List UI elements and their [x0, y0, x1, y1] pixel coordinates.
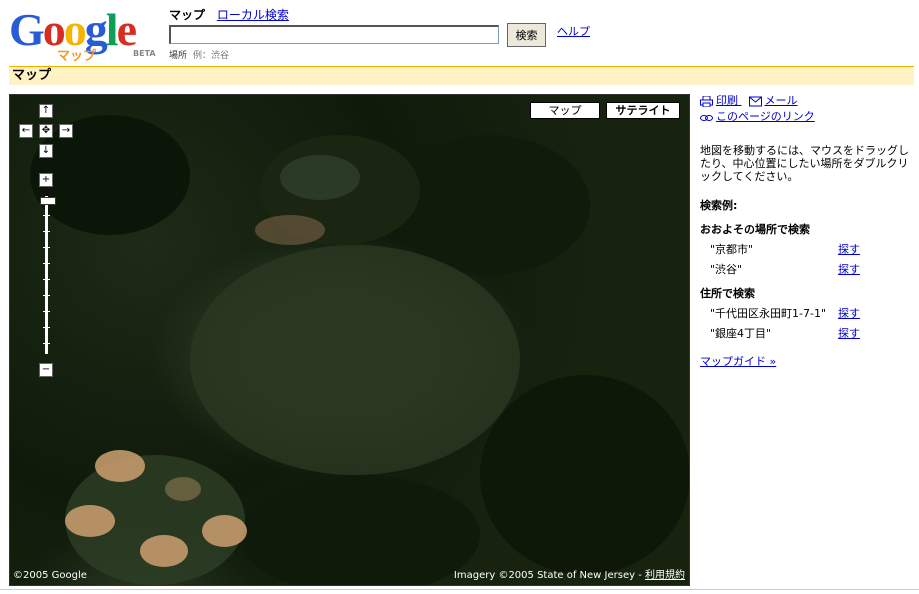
- example-group-title: おおよその場所で検索: [700, 223, 810, 236]
- chain-link-icon: [700, 114, 713, 121]
- example-query: "千代田区永田町1-7-1": [710, 307, 827, 320]
- pan-center-icon[interactable]: ✥: [39, 124, 53, 138]
- search-example-link[interactable]: 探す: [838, 325, 860, 341]
- print-link[interactable]: 印刷: [700, 94, 742, 107]
- envelope-icon: [748, 96, 762, 106]
- page-title: マップ: [9, 66, 914, 85]
- map-copyright: ©2005 Google: [13, 570, 87, 581]
- search-input[interactable]: [169, 25, 499, 44]
- map-help-text: 地図を移動するには、マウスをドラッグしたり、中心位置にしたい場所をダブルクリック…: [700, 144, 909, 183]
- beta-badge: BETA: [133, 49, 156, 58]
- example-query: "銀座4丁目": [710, 327, 772, 340]
- zoom-out-icon[interactable]: −: [39, 363, 53, 377]
- tab-maps: マップ: [169, 8, 206, 22]
- examples-heading: 検索例:: [700, 199, 738, 212]
- pan-left-icon[interactable]: ←: [19, 124, 33, 138]
- search-tabs: マップ ローカル検索: [169, 6, 289, 23]
- bottom-divider: [0, 589, 919, 590]
- imagery-text: Imagery ©2005 State of New Jersey -: [453, 570, 645, 581]
- map-guide-link[interactable]: マップガイド »: [700, 353, 915, 369]
- example-row: "京都市" 探す: [700, 241, 860, 257]
- example-query: "渋谷": [710, 263, 743, 276]
- imagery-credit: Imagery ©2005 State of New Jersey - 利用規約: [454, 566, 685, 581]
- search-example-link[interactable]: 探す: [838, 305, 860, 321]
- terms-link[interactable]: 利用規約: [645, 570, 685, 581]
- sidebar: 印刷 メール このページのリンク 地図を移動するには、マウスをドラッグしたり、中…: [700, 92, 915, 369]
- zoom-in-icon[interactable]: +: [39, 173, 53, 187]
- page-link[interactable]: このページのリンク: [700, 108, 915, 124]
- printer-icon: [700, 95, 713, 107]
- search-button[interactable]: 検索: [507, 23, 546, 47]
- example-group-title: 住所で検索: [700, 287, 755, 300]
- hint-label: 場所: [169, 51, 188, 61]
- zoom-slider-track[interactable]: [45, 196, 48, 354]
- tab-local-search[interactable]: ローカル検索: [217, 8, 289, 22]
- print-email-row: 印刷 メール: [700, 92, 915, 108]
- satellite-map[interactable]: マップ サテライト ↑ ← ✥ → ↓ + − ©2005 Google Ima…: [9, 94, 690, 586]
- example-row: "銀座4丁目" 探す: [700, 325, 860, 341]
- map-type-satellite-button[interactable]: サテライト: [606, 102, 680, 119]
- search-example-link[interactable]: 探す: [838, 261, 860, 277]
- example-row: "千代田区永田町1-7-1" 探す: [700, 305, 860, 321]
- logo-subtitle: マップ: [57, 49, 97, 64]
- example-query: "京都市": [710, 243, 754, 256]
- search-hint: 場所 例：渋谷: [169, 48, 229, 61]
- pan-down-icon[interactable]: ↓: [39, 144, 53, 158]
- zoom-slider-thumb[interactable]: [40, 197, 56, 205]
- page-link-label: このページのリンク: [716, 110, 815, 123]
- example-row: "渋谷" 探す: [700, 261, 860, 277]
- help-link[interactable]: ヘルプ: [557, 23, 590, 39]
- map-type-map-button[interactable]: マップ: [530, 102, 600, 119]
- pan-up-icon[interactable]: ↑: [39, 104, 53, 118]
- email-label: メール: [764, 94, 798, 107]
- pan-right-icon[interactable]: →: [59, 124, 73, 138]
- hint-example: 例：渋谷: [193, 51, 230, 61]
- print-label: 印刷: [716, 94, 738, 107]
- google-maps-logo[interactable]: Google マップ BETA: [9, 5, 159, 65]
- email-link[interactable]: メール: [748, 94, 798, 107]
- search-example-link[interactable]: 探す: [838, 241, 860, 257]
